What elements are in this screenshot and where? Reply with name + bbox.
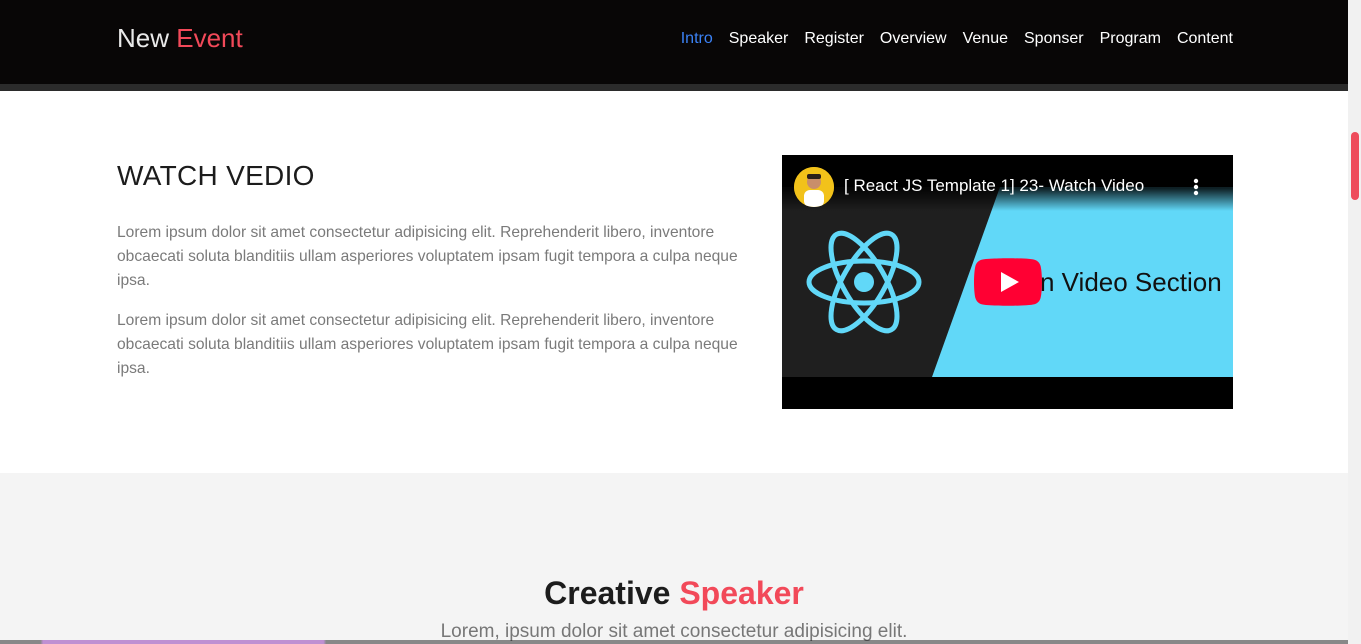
brand-logo[interactable]: New Event bbox=[117, 22, 243, 54]
video-title[interactable]: [ React JS Template 1] 23- Watch Video bbox=[844, 176, 1144, 196]
speaker-section: Creative Speaker Lorem, ipsum dolor sit … bbox=[0, 473, 1348, 644]
nav-link-sponser[interactable]: Sponser bbox=[1024, 29, 1084, 49]
nav-link-speaker[interactable]: Speaker bbox=[729, 29, 789, 49]
nav-link-content[interactable]: Content bbox=[1177, 29, 1233, 49]
more-options-icon[interactable] bbox=[1190, 175, 1202, 199]
nav-link-register[interactable]: Register bbox=[804, 29, 864, 49]
channel-avatar[interactable] bbox=[794, 167, 834, 207]
nav-link-venue[interactable]: Venue bbox=[963, 29, 1008, 49]
react-logo-icon bbox=[806, 230, 922, 334]
nav-link-overview[interactable]: Overview bbox=[880, 29, 947, 49]
page-scrollbar[interactable] bbox=[1348, 0, 1361, 644]
nav-link-program[interactable]: Program bbox=[1100, 29, 1161, 49]
speaker-title: Creative Speaker bbox=[0, 575, 1348, 612]
thumbnail-text: n Video Section bbox=[1040, 267, 1222, 297]
section-paragraph: Lorem ipsum dolor sit amet consectetur a… bbox=[117, 224, 738, 289]
taskbar-strip bbox=[0, 640, 1348, 644]
nav-link-intro[interactable]: Intro bbox=[681, 29, 713, 49]
speaker-title-main: Creative bbox=[544, 575, 671, 611]
speaker-title-accent: Speaker bbox=[679, 575, 804, 611]
nav-menu: Intro Speaker Register Overview Venue Sp… bbox=[665, 29, 1233, 49]
scrollbar-thumb[interactable] bbox=[1351, 132, 1359, 200]
section-paragraph: Lorem ipsum dolor sit amet consectetur a… bbox=[117, 312, 738, 377]
youtube-play-icon[interactable] bbox=[974, 258, 1042, 306]
watch-video-section: WATCH VEDIO Lorem ipsum dolor sit amet c… bbox=[0, 91, 1348, 473]
brand-accent: Event bbox=[176, 23, 243, 53]
navbar: New Event Intro Speaker Register Overvie… bbox=[0, 0, 1348, 91]
brand-main: New bbox=[117, 23, 170, 53]
video-embed[interactable]: n Video Section [ React JS Template 1] 2… bbox=[782, 155, 1233, 409]
section-title: WATCH VEDIO bbox=[117, 160, 315, 191]
